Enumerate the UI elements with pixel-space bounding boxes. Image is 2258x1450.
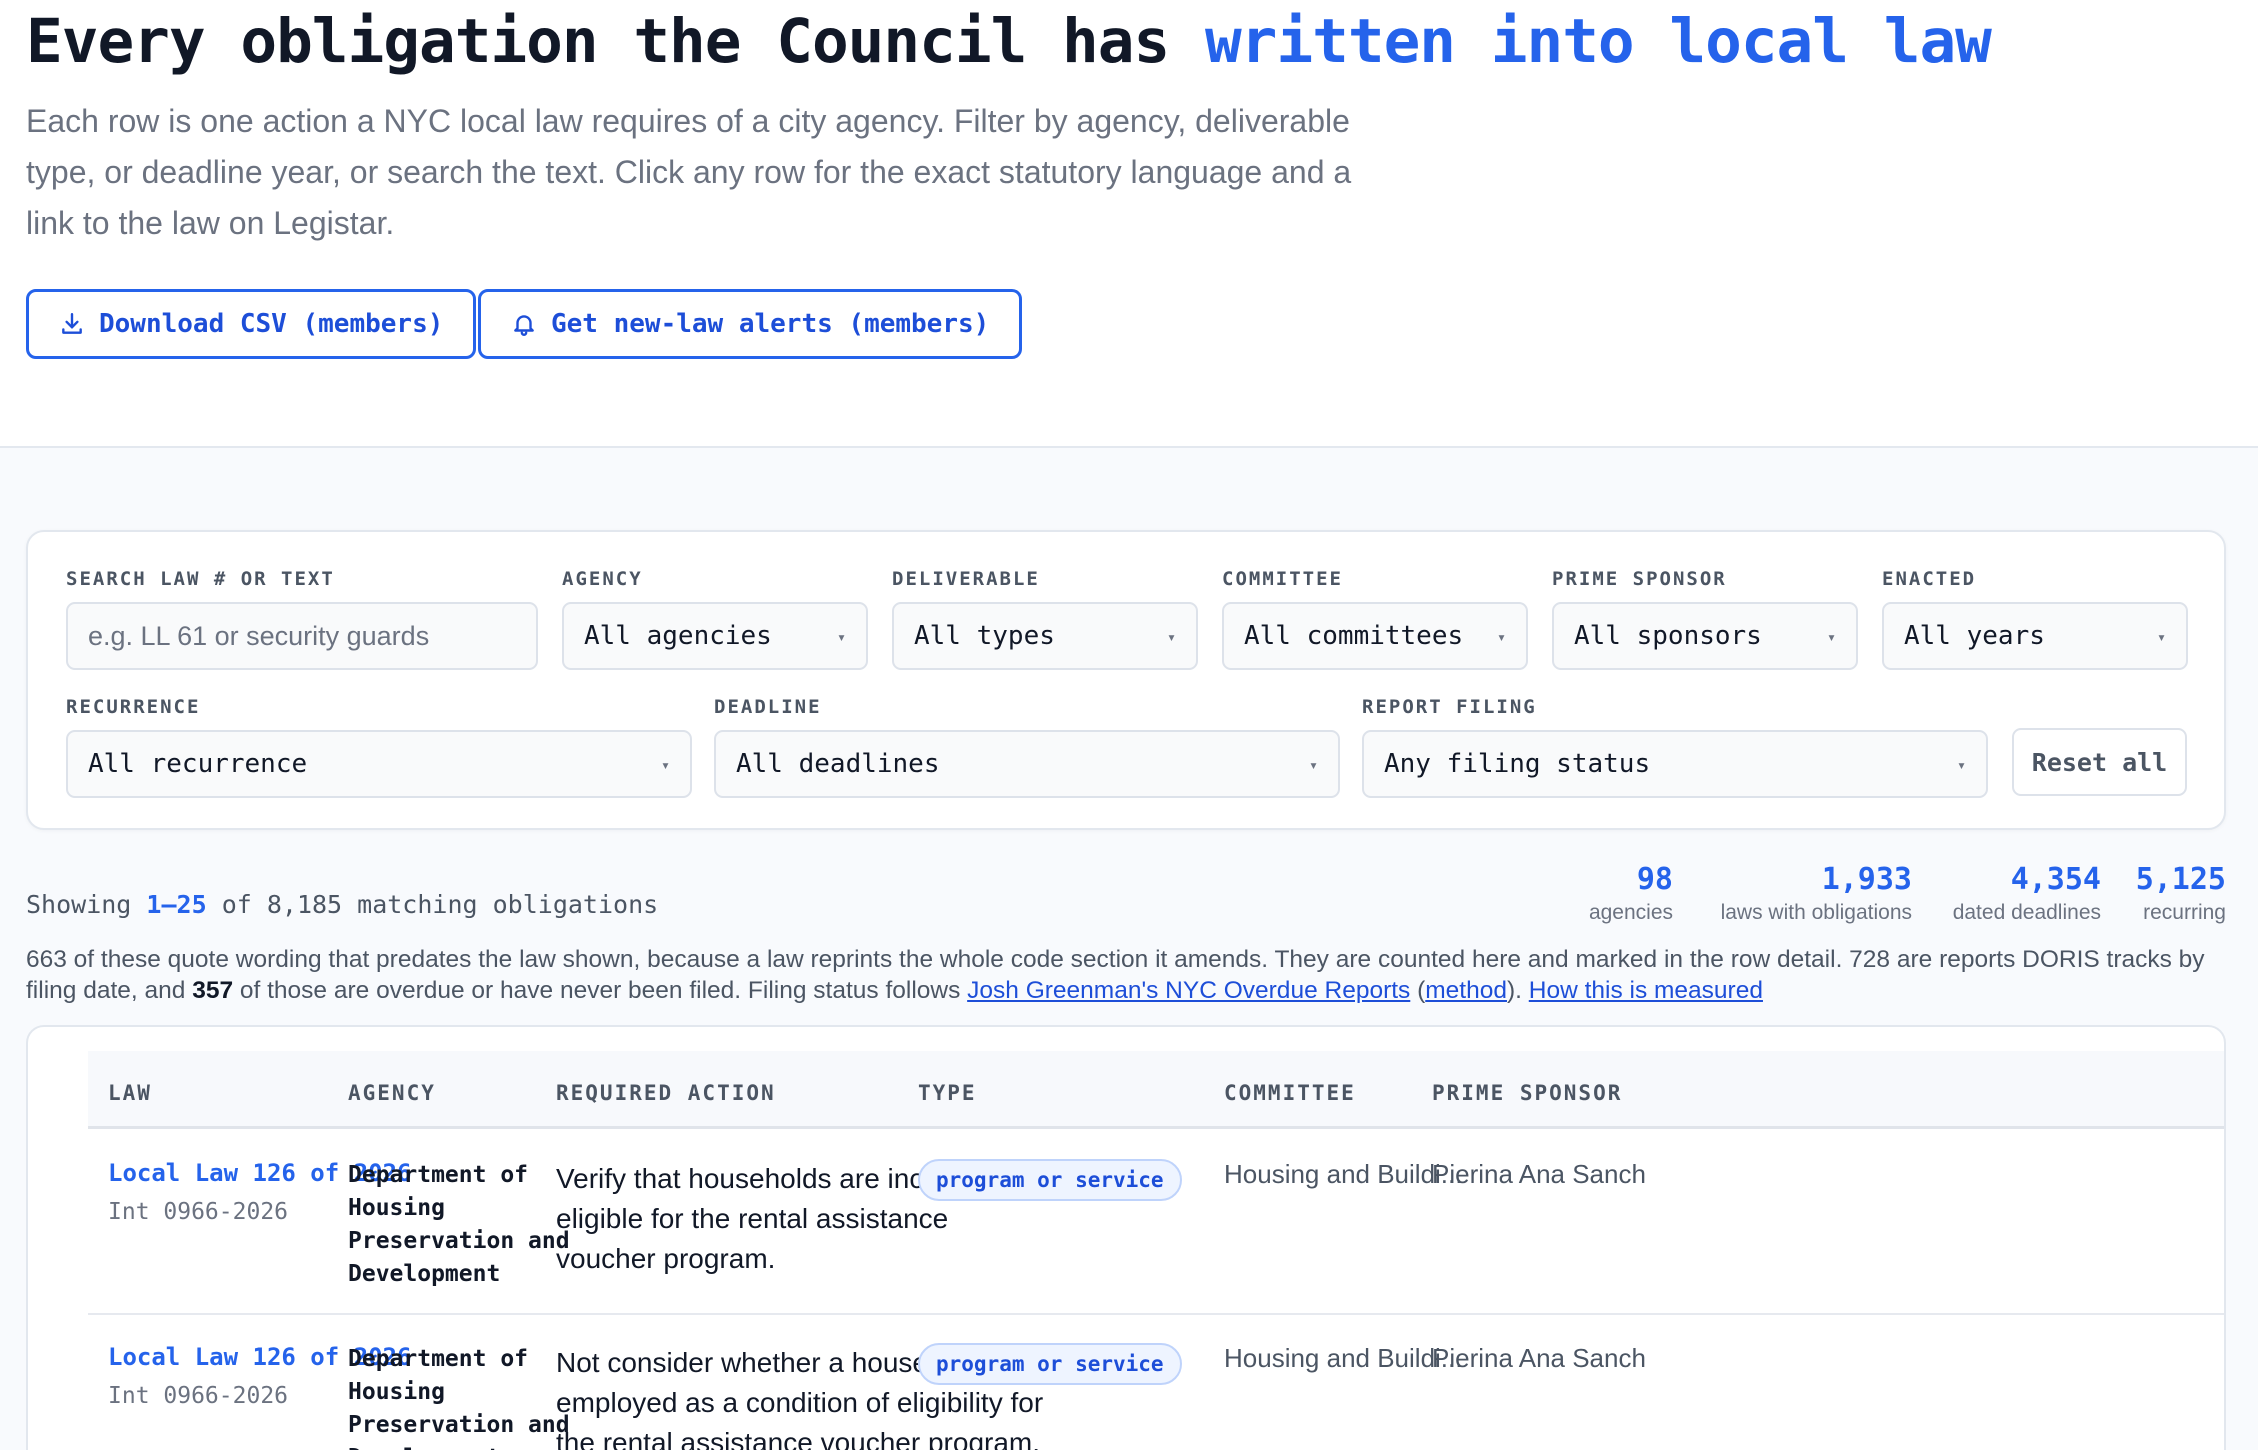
stat-dated-deadlines: 4,354 dated deadlines — [1953, 862, 2101, 925]
sponsor-filter-label: PRIME SPONSOR — [1552, 568, 1727, 590]
page-title: Every obligation the Council has written… — [26, 6, 1992, 77]
chevron-down-icon: ▾ — [836, 628, 846, 646]
page-intro: Each row is one action a NYC local law r… — [26, 103, 1352, 241]
deliverable-filter-label: DELIVERABLE — [892, 568, 1040, 590]
type-badge: program or service — [918, 1343, 1182, 1385]
download-csv-label: Download CSV (members) — [99, 309, 444, 339]
agency-filter-label: AGENCY — [562, 568, 643, 590]
column-header-required-action[interactable]: REQUIRED ACTION — [556, 1081, 776, 1105]
chevron-down-icon: ▾ — [1308, 756, 1318, 774]
stat-number: 4,354 — [2010, 862, 2101, 897]
stat-agencies: 98 agencies — [1589, 862, 1673, 925]
method-link[interactable]: method — [1425, 977, 1507, 1004]
deadline-select-value: All deadlines — [736, 749, 940, 779]
table-header: LAW AGENCY REQUIRED ACTION TYPE COMMITTE… — [88, 1051, 2224, 1129]
deliverable-select[interactable]: All types ▾ — [892, 602, 1198, 670]
stat-label: dated deadlines — [1952, 901, 2101, 924]
filing-select[interactable]: Any filing status ▾ — [1362, 730, 1988, 798]
table-row[interactable]: Local Law 126 of 2026 Int 0966-2026 Depa… — [88, 1315, 2224, 1450]
stat-number: 5,125 — [2135, 862, 2226, 897]
search-input[interactable] — [88, 620, 516, 652]
stat-number: 98 — [1636, 862, 1673, 897]
result-count: Showing 1–25 of 8,185 matching obligatio… — [26, 890, 658, 919]
stat-label: recurring — [2143, 901, 2226, 924]
table-row[interactable]: Local Law 126 of 2026 Int 0966-2026 Depa… — [88, 1131, 2224, 1315]
committee-cell: Housing and Buildi... — [1224, 1343, 1463, 1373]
recurrence-select-value: All recurrence — [88, 749, 308, 779]
deliverable-select-value: All types — [914, 621, 1055, 651]
stat-label: laws with obligations — [1720, 901, 1912, 924]
committee-cell: Housing and Buildi... — [1224, 1159, 1463, 1189]
stat-recurring: 5,125 recurring — [2136, 862, 2226, 925]
stat-label: agencies — [1588, 901, 1673, 924]
chevron-down-icon: ▾ — [1166, 628, 1176, 646]
chevron-down-icon: ▾ — [660, 756, 670, 774]
committee-filter-label: COMMITTEE — [1222, 568, 1343, 590]
methodology-note: 663 of these quote wording that predates… — [26, 944, 2236, 1006]
agency-select[interactable]: All agencies ▾ — [562, 602, 868, 670]
agency-cell: Department of Housing Preservation and D… — [348, 1162, 570, 1287]
chevron-down-icon: ▾ — [1496, 628, 1506, 646]
column-header-type[interactable]: TYPE — [918, 1081, 977, 1105]
sponsor-cell: Pierina Ana Sanch — [1432, 1159, 1646, 1189]
overdue-reports-link[interactable]: Josh Greenman's NYC Overdue Reports — [967, 977, 1410, 1004]
page-title-main: Every obligation the Council has — [26, 6, 1205, 77]
stat-number: 1,933 — [1821, 862, 1912, 897]
sponsor-select[interactable]: All sponsors ▾ — [1552, 602, 1858, 670]
chevron-down-icon: ▾ — [1956, 756, 1966, 774]
committee-select-value: All committees — [1244, 621, 1464, 651]
result-count-prefix: Showing — [26, 890, 147, 919]
deadline-select[interactable]: All deadlines ▾ — [714, 730, 1340, 798]
page-title-highlight: written into local law — [1204, 6, 1992, 77]
result-range: 1–25 — [146, 890, 207, 919]
sponsor-select-value: All sponsors — [1574, 621, 1762, 651]
result-count-suffix: of 8,185 matching obligations — [206, 890, 659, 919]
obligations-table: LAW AGENCY REQUIRED ACTION TYPE COMMITTE… — [26, 1025, 2226, 1450]
recurrence-select[interactable]: All recurrence ▾ — [66, 730, 692, 798]
chevron-down-icon: ▾ — [2156, 628, 2166, 646]
new-law-alerts-label: Get new-law alerts (members) — [551, 309, 990, 339]
new-law-alerts-button[interactable]: Get new-law alerts (members) — [478, 289, 1023, 359]
recurrence-filter-label: RECURRENCE — [66, 696, 201, 718]
filing-select-value: Any filing status — [1384, 749, 1651, 779]
column-header-law[interactable]: LAW — [108, 1081, 152, 1105]
overdue-count: 357 — [192, 977, 234, 1004]
reset-all-button[interactable]: Reset all — [2012, 728, 2187, 796]
enacted-select[interactable]: All years ▾ — [1882, 602, 2188, 670]
stat-laws: 1,933 laws with obligations — [1721, 862, 1912, 925]
note-text: ). — [1506, 977, 1529, 1004]
sponsor-cell: Pierina Ana Sanch — [1432, 1343, 1646, 1373]
filing-filter-label: REPORT FILING — [1362, 696, 1537, 718]
filter-panel: SEARCH LAW # OR TEXT AGENCY All agencies… — [26, 530, 2226, 830]
bell-icon — [514, 315, 534, 336]
committee-select[interactable]: All committees ▾ — [1222, 602, 1528, 670]
search-label: SEARCH LAW # OR TEXT — [66, 568, 335, 590]
how-measured-link[interactable]: How this is measured — [1529, 977, 1763, 1004]
agency-cell: Department of Housing Preservation and D… — [348, 1346, 570, 1450]
column-header-committee[interactable]: COMMITTEE — [1224, 1081, 1356, 1105]
type-badge: program or service — [918, 1159, 1182, 1201]
chevron-down-icon: ▾ — [1826, 628, 1836, 646]
search-field[interactable] — [66, 602, 538, 670]
download-icon — [62, 313, 82, 334]
column-header-prime-sponsor[interactable]: PRIME SPONSOR — [1432, 1081, 1622, 1105]
note-text: ( — [1410, 977, 1426, 1004]
download-csv-button[interactable]: Download CSV (members) — [26, 289, 477, 359]
note-text: of those are overdue or have never been … — [233, 977, 968, 1004]
enacted-select-value: All years — [1904, 621, 2045, 651]
enacted-filter-label: ENACTED — [1882, 568, 1977, 590]
column-header-agency[interactable]: AGENCY — [348, 1081, 436, 1105]
page-header: Every obligation the Council has written… — [0, 0, 2258, 448]
agency-select-value: All agencies — [584, 621, 772, 651]
deadline-filter-label: DEADLINE — [714, 696, 822, 718]
